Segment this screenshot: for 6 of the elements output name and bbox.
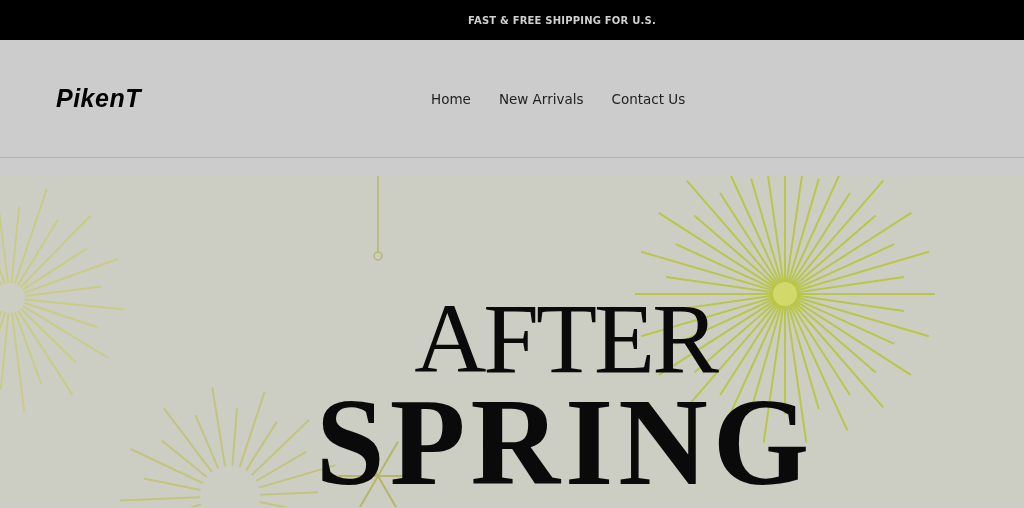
nav-link[interactable]: New Arrivals (498, 90, 584, 107)
nav-link[interactable]: Home (431, 90, 471, 107)
logo[interactable]: PikenT (56, 84, 141, 113)
nav-link[interactable]: Contact Us (611, 90, 686, 107)
announcement-text: FAST & FREE SHIPPING FOR U.S. (468, 14, 656, 26)
hero-title: SPRING (315, 384, 815, 502)
